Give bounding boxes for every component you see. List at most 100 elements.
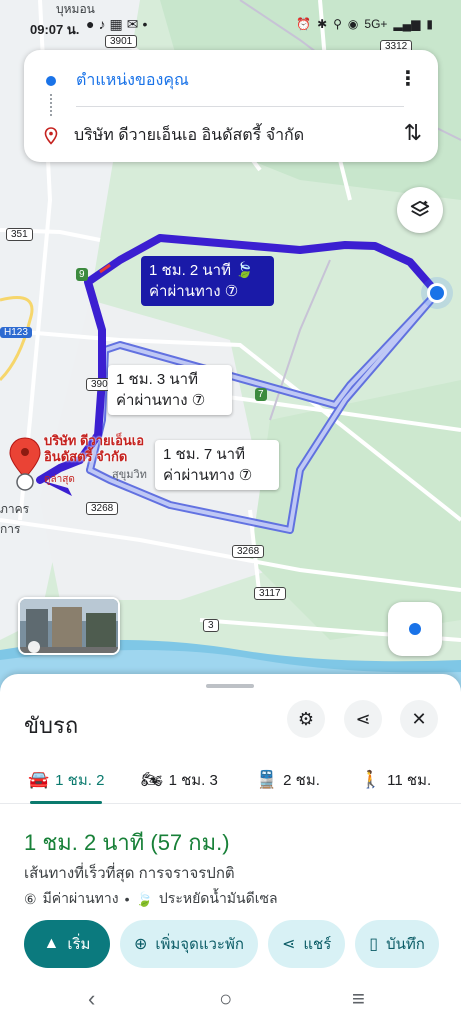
motorcycle-icon: 🏍 bbox=[141, 770, 163, 789]
mail-icon: ✉ bbox=[126, 16, 139, 32]
action-chips: ▲ เริ่ม ⊕ เพิ่มจุดแวะพัก ⋖ แชร์ ▯ บันทึก bbox=[24, 920, 439, 968]
recents-icon: ≡ bbox=[352, 986, 365, 1011]
route-time: 1 ชม. 7 นาที bbox=[163, 446, 245, 463]
divider bbox=[76, 106, 404, 107]
start-button[interactable]: ▲ เริ่ม bbox=[24, 920, 110, 968]
directions-sheet: ขับรถ ⚙ ⋖ ✕ 🚘 1 ชม. 2 🏍 1 ชม. 3 🚆 2 ชม. … bbox=[0, 674, 461, 1024]
bookmark-icon: ▯ bbox=[369, 936, 379, 953]
destination-label[interactable]: บริษัท ดีวายเอ็นเอ อินดัสตรี้ จำกัด bbox=[44, 433, 144, 465]
add-location-icon: ⊕ bbox=[134, 936, 148, 953]
status-bar: 09:07 น. ● ♪ ▦ ✉ • ⏰ ✱ ⚲ ◉ 5G+ ▂▄▆ ▮ bbox=[0, 12, 461, 40]
home-circle-icon: ○ bbox=[219, 986, 233, 1011]
location-icon: ⚲ bbox=[333, 17, 342, 31]
route-meta: ⑥ มีค่าผ่านทาง • 🍃 ประหยัดน้ำมันดีเซล bbox=[24, 888, 278, 910]
map-icon: ▦ bbox=[109, 16, 123, 32]
tab-label: 1 ชม. 2 bbox=[55, 772, 105, 789]
share-label: แชร์ bbox=[303, 936, 332, 953]
route-toll: ค่าผ่านทาง bbox=[116, 392, 188, 409]
route-time: 1 ชม. 3 นาที bbox=[116, 371, 198, 388]
recents-button[interactable]: ≡ bbox=[352, 986, 365, 1012]
route-callout-alt[interactable]: 1 ชม. 3 นาที ค่าผ่านทาง ⑦ bbox=[108, 365, 232, 415]
route-summary: 1 ชม. 2 นาที (57 กม.) bbox=[24, 825, 230, 860]
tiktok-icon: ♪ bbox=[98, 16, 106, 32]
street-label: สุขุมวิท bbox=[112, 469, 147, 481]
toll-icon: ⑦ bbox=[238, 467, 253, 484]
tab-walking[interactable]: 🚶 11 ชม. bbox=[360, 768, 431, 792]
route-connector bbox=[50, 94, 52, 116]
place-label: ภาคร bbox=[0, 502, 30, 516]
active-tab-indicator bbox=[30, 801, 102, 804]
share-route-button[interactable]: ⋖ bbox=[344, 700, 382, 738]
route-description: เส้นทางที่เร็วที่สุด การจราจรปกติ bbox=[24, 865, 235, 882]
route-callout-alt[interactable]: 1 ชม. 7 นาที ค่าผ่านทาง ⑦ bbox=[155, 440, 279, 490]
back-button[interactable]: ‹ bbox=[88, 986, 95, 1012]
status-notification-icons: ● ♪ ▦ ✉ • bbox=[86, 16, 147, 33]
system-nav-bar: ‹ ○ ≡ bbox=[0, 978, 461, 1024]
start-label: เริ่ม bbox=[67, 936, 91, 953]
road-shield: 9 bbox=[76, 268, 88, 281]
layers-button[interactable] bbox=[397, 187, 443, 233]
road-shield: 3268 bbox=[232, 545, 265, 558]
wifi-icon: ◉ bbox=[347, 17, 359, 31]
road-shield: H123 bbox=[0, 327, 32, 338]
share-button[interactable]: ⋖ แชร์ bbox=[267, 920, 346, 968]
network-label: 5G+ bbox=[364, 17, 388, 31]
home-button[interactable]: ○ bbox=[219, 986, 232, 1012]
route-time: 1 ชม. 2 นาที bbox=[149, 262, 231, 279]
tab-motorcycle[interactable]: 🏍 1 ชม. 3 bbox=[141, 768, 218, 792]
add-stop-label: เพิ่มจุดแวะพัก bbox=[155, 936, 244, 953]
swap-directions-button[interactable]: ⇅ bbox=[404, 120, 422, 146]
road-shield: 351 bbox=[6, 228, 33, 241]
add-stop-button[interactable]: ⊕ เพิ่มจุดแวะพัก bbox=[120, 920, 258, 968]
street-view-thumbnail[interactable] bbox=[18, 597, 120, 655]
more-options-button[interactable]: ⋮ bbox=[398, 66, 418, 91]
directions-search-card: ตำแหน่งของคุณ บริษัท ดีวายเอ็นเอ อินดัสต… bbox=[24, 50, 438, 162]
signal-icon: ▂▄▆ bbox=[393, 17, 421, 31]
sheet-drag-handle[interactable] bbox=[206, 684, 254, 688]
road-shield: 3117 bbox=[254, 587, 286, 600]
street-view-image bbox=[20, 599, 118, 653]
status-system-icons: ⏰ ✱ ⚲ ◉ 5G+ ▂▄▆ ▮ bbox=[296, 17, 433, 31]
destination-pin-outline-icon bbox=[44, 126, 58, 145]
tab-label: 1 ชม. 3 bbox=[168, 772, 218, 789]
tab-label: 11 ชม. bbox=[387, 772, 432, 789]
route-distance: (57 กม.) bbox=[150, 830, 230, 855]
close-button[interactable]: ✕ bbox=[400, 700, 438, 738]
more-vert-icon: ⋮ bbox=[398, 68, 418, 90]
back-chevron-icon: ‹ bbox=[88, 986, 96, 1011]
separator: • bbox=[124, 891, 130, 907]
destination-label-line: บริษัท ดีวายเอ็นเอ bbox=[44, 433, 145, 448]
status-time: 09:07 น. bbox=[30, 22, 80, 37]
destination-sublabel: ดูล่าสุด bbox=[44, 474, 75, 485]
bluetooth-icon: ✱ bbox=[317, 17, 328, 31]
leaf-icon: 🍃 bbox=[235, 262, 254, 279]
route-toll: ค่าผ่านทาง bbox=[163, 467, 235, 484]
sheet-title: ขับรถ bbox=[24, 713, 79, 738]
tab-label: 2 ชม. bbox=[283, 772, 320, 789]
share-icon: ⋖ bbox=[355, 708, 371, 729]
walk-icon: 🚶 bbox=[360, 770, 382, 789]
origin-field[interactable]: ตำแหน่งของคุณ bbox=[46, 68, 189, 93]
route-toll: ค่าผ่านทาง bbox=[149, 283, 221, 300]
dot-icon: • bbox=[142, 16, 148, 32]
origin-dot-icon bbox=[46, 75, 56, 86]
save-label: บันทึก bbox=[386, 936, 425, 953]
road-shield: 3268 bbox=[86, 502, 119, 515]
toll-icon: ⑦ bbox=[224, 283, 239, 300]
alarm-icon: ⏰ bbox=[296, 17, 312, 31]
save-button[interactable]: ▯ บันทึก bbox=[355, 920, 439, 968]
share-icon: ⋖ bbox=[281, 936, 296, 953]
chat-icon: ● bbox=[86, 16, 95, 32]
origin-text: ตำแหน่งของคุณ bbox=[76, 72, 189, 89]
place-label: การ bbox=[0, 522, 21, 536]
route-options-button[interactable]: ⚙ bbox=[287, 700, 325, 738]
close-icon: ✕ bbox=[411, 708, 427, 729]
tab-driving[interactable]: 🚘 1 ชม. 2 bbox=[28, 768, 104, 792]
tab-transit[interactable]: 🚆 2 ชม. bbox=[256, 768, 320, 792]
destination-field[interactable]: บริษัท ดีวายเอ็นเอ อินดัสตรี้ จำกัด bbox=[44, 123, 304, 148]
route-callout-selected[interactable]: 1 ชม. 2 นาที 🍃 ค่าผ่านทาง ⑦ bbox=[141, 256, 274, 306]
toll-icon: ⑦ bbox=[191, 392, 206, 409]
road-shield: 7 bbox=[255, 388, 267, 401]
toll-icon: ⑥ bbox=[24, 890, 37, 907]
my-location-button[interactable] bbox=[388, 602, 442, 656]
